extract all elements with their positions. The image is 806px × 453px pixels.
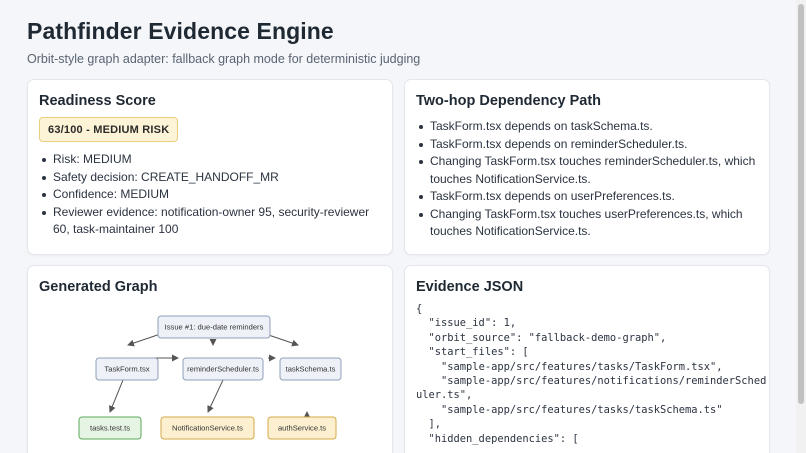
graph-card: Generated Graph Issue #1: due-date remin… [27, 265, 393, 453]
dependency-list: TaskForm.tsx depends on taskSchema.ts. T… [416, 118, 766, 241]
list-item: Risk: MEDIUM [39, 151, 379, 169]
graph-node-notification: NotificationService.ts [160, 416, 255, 440]
svg-text:reminderScheduler.ts: reminderScheduler.ts [187, 365, 259, 374]
page-title: Pathfinder Evidence Engine [27, 18, 334, 44]
readiness-card-title: Readiness Score [39, 93, 156, 109]
edge-reminder-notification [207, 379, 224, 413]
list-item: Reviewer evidence: notification-owner 95… [39, 204, 379, 239]
dependency-graph: Issue #1: due-date reminders TaskForm.ts… [78, 315, 342, 440]
svg-text:tasks.test.ts: tasks.test.ts [90, 424, 130, 433]
graph-node-auth: authService.ts [267, 416, 337, 440]
svg-text:taskSchema.ts: taskSchema.ts [286, 365, 336, 374]
risk-badge: 63/100 - MEDIUM RISK [39, 117, 179, 142]
evidence-card: Evidence JSON { "issue_id": 1, "orbit_so… [404, 265, 770, 453]
svg-text:TaskForm.tsx: TaskForm.tsx [104, 365, 149, 374]
graph-node-taskform: TaskForm.tsx [95, 357, 159, 381]
list-item: TaskForm.tsx depends on taskSchema.ts. [416, 118, 766, 136]
evidence-json-code: { "issue_id": 1, "orbit_source": "fallba… [416, 303, 767, 445]
graph-node-reminder: reminderScheduler.ts [182, 357, 264, 381]
list-item: Confidence: MEDIUM [39, 186, 379, 204]
graph-node-issue: Issue #1: due-date reminders [157, 315, 271, 339]
graph-node-tasktest: tasks.test.ts [78, 416, 142, 440]
dependency-card-title: Two-hop Dependency Path [416, 93, 602, 109]
readiness-card: Readiness Score 63/100 - MEDIUM RISK Ris… [27, 79, 393, 255]
edge-taskform-tasktest [109, 379, 124, 413]
page: Pathfinder Evidence Engine Orbit-style g… [0, 0, 796, 453]
dependency-card: Two-hop Dependency Path TaskForm.tsx dep… [404, 79, 770, 255]
page-scrollbar[interactable] [796, 0, 806, 453]
list-item: Changing TaskForm.tsx touches userPrefer… [416, 206, 766, 241]
graph-node-schema: taskSchema.ts [279, 357, 342, 381]
list-item: Changing TaskForm.tsx touches reminderSc… [416, 153, 766, 188]
list-item: TaskForm.tsx depends on reminderSchedule… [416, 136, 766, 154]
list-item: Safety decision: CREATE_HANDOFF_MR [39, 169, 379, 187]
page-subtitle: Orbit-style graph adapter: fallback grap… [27, 52, 421, 66]
scrollbar-thumb[interactable] [798, 4, 804, 404]
svg-text:NotificationService.ts: NotificationService.ts [172, 424, 243, 433]
list-item: TaskForm.tsx depends on userPreferences.… [416, 188, 766, 206]
readiness-list: Risk: MEDIUM Safety decision: CREATE_HAN… [39, 151, 379, 239]
evidence-card-title: Evidence JSON [416, 279, 524, 295]
svg-text:authService.ts: authService.ts [278, 424, 326, 433]
svg-text:Issue #1: due-date reminders: Issue #1: due-date reminders [165, 323, 264, 332]
